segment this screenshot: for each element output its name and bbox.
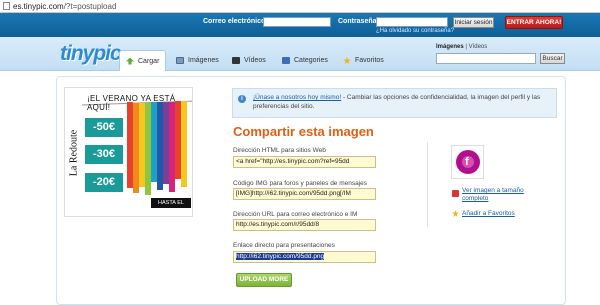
password-field[interactable] bbox=[376, 17, 448, 27]
search-scope-videos[interactable]: Vídeos bbox=[469, 44, 488, 50]
search-scope: Imágenes | Vídeos bbox=[436, 44, 487, 50]
page-icon bbox=[3, 2, 10, 10]
search-button[interactable]: Buscar bbox=[540, 53, 565, 64]
direct-link-field[interactable]: http://i62.tinypic.com/95dd.png bbox=[233, 251, 376, 263]
tab-cargar[interactable]: Cargar bbox=[119, 50, 167, 71]
images-icon bbox=[176, 57, 184, 64]
login-button[interactable]: Iniciar sesión bbox=[453, 17, 494, 28]
section-title: Compartir esta imagen bbox=[233, 124, 374, 139]
html-code-label: Dirección HTML para sitios Web bbox=[233, 147, 326, 154]
advertisement[interactable]: La Redoute ¡EL VERANO YA ESTÁ AQUÍ! -50€… bbox=[64, 87, 193, 217]
star-icon bbox=[343, 57, 351, 64]
tab-imagenes[interactable]: Imágenes bbox=[170, 50, 225, 71]
tab-label: Cargar bbox=[138, 57, 160, 65]
url-text: es.tinypic.com/?t=postupload bbox=[13, 1, 117, 11]
info-box: i ¡Únase a nosotros hoy mismo! - Cambiar… bbox=[232, 88, 557, 118]
search-scope-separator: | bbox=[465, 44, 467, 50]
brand-strip: La Redoute bbox=[66, 88, 82, 216]
join-link[interactable]: ¡Únase a nosotros hoy mismo! bbox=[253, 94, 341, 101]
address-bar[interactable]: es.tinypic.com/?t=postupload bbox=[0, 0, 600, 13]
upload-more-button[interactable]: UPLOAD MORE bbox=[236, 273, 292, 287]
html-code-field[interactable]: <a href="http://es.tinypic.com?ref=95dd bbox=[233, 156, 376, 168]
view-full-size-link[interactable]: Ver imagen a tamaño completo bbox=[462, 187, 542, 203]
image-thumbnail[interactable]: f bbox=[451, 145, 484, 179]
categories-icon bbox=[282, 57, 290, 64]
tab-label: Imágenes bbox=[188, 57, 219, 64]
direct-link-label: Enlace directo para presentaciones bbox=[233, 242, 335, 249]
discount-badge: -30€ bbox=[85, 145, 123, 164]
password-label: Contraseña: bbox=[338, 18, 379, 25]
forgot-password-link[interactable]: ¿Ha olvidado su contraseña? bbox=[376, 28, 454, 34]
img-code-field[interactable]: [IMG]http://i62.tinypic.com/95dd.png[/IM bbox=[233, 188, 376, 200]
ad-deadline: HASTA EL 19/06 bbox=[151, 198, 191, 216]
brand-name: La Redoute bbox=[68, 129, 80, 177]
url-label: Dirección URL para correo electrónico e … bbox=[233, 211, 358, 218]
search-scope-images[interactable]: Imágenes bbox=[436, 44, 464, 50]
tab-favoritos[interactable]: Favoritos bbox=[337, 50, 390, 71]
divider bbox=[427, 142, 428, 227]
ad-headline: ¡EL VERANO YA ESTÁ AQUÍ! bbox=[87, 94, 176, 112]
info-icon: i bbox=[238, 95, 246, 103]
site-header: tinypic Cargar Imágenes Vídeos Categorie… bbox=[0, 37, 600, 71]
upload-arrow-icon bbox=[126, 57, 134, 65]
tab-categories[interactable]: Categories bbox=[276, 50, 334, 71]
search-input[interactable] bbox=[436, 53, 536, 64]
tinypic-logo[interactable]: tinypic bbox=[60, 42, 122, 66]
image-icon bbox=[452, 190, 459, 197]
discount-badge: -50€ bbox=[85, 118, 123, 137]
film-icon bbox=[232, 57, 240, 64]
email-label: Correo electrónico: bbox=[203, 18, 268, 25]
tab-label: Vídeos bbox=[244, 57, 266, 64]
info-message: ¡Únase a nosotros hoy mismo! - Cambiar l… bbox=[253, 93, 553, 111]
thumbnail-glyph: f bbox=[465, 156, 469, 168]
join-button[interactable]: ENTRAR AHORA! bbox=[505, 16, 563, 29]
discount-badge: -20€ bbox=[85, 173, 123, 192]
url-field[interactable]: http://es.tinypic.com/r/95dd/8 bbox=[233, 219, 376, 231]
tab-videos[interactable]: Vídeos bbox=[226, 50, 272, 71]
tab-label: Categories bbox=[294, 57, 328, 64]
img-code-label: Código IMG para foros y paneles de mensa… bbox=[233, 180, 368, 187]
email-field[interactable] bbox=[263, 17, 331, 27]
selected-text: http://i62.tinypic.com/95dd.png bbox=[236, 253, 325, 260]
add-favorites-link[interactable]: Añadir a Favoritos bbox=[462, 210, 515, 218]
login-strip: Correo electrónico: Contraseña: Iniciar … bbox=[0, 13, 600, 37]
tab-label: Favoritos bbox=[355, 57, 384, 64]
